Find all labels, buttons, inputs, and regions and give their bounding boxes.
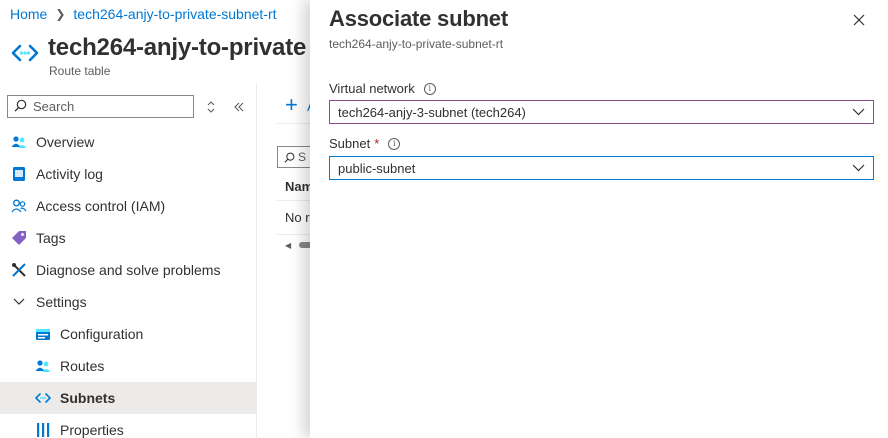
sidebar-item-tags[interactable]: Tags bbox=[0, 222, 256, 254]
breadcrumb-current-link[interactable]: tech264-anjy-to-private-subnet-rt bbox=[73, 6, 276, 22]
chevron-down-icon bbox=[851, 105, 865, 119]
table-divider bbox=[277, 234, 310, 235]
sidebar-item-overview[interactable]: Overview bbox=[0, 126, 256, 158]
resource-header: tech264-anjy-to-private bbox=[10, 34, 306, 68]
subnet-label: Subnet * i bbox=[329, 136, 401, 151]
chevron-down-icon bbox=[10, 293, 28, 311]
collapse-sidebar-icon[interactable] bbox=[228, 96, 250, 118]
virtual-network-label: Virtual network i bbox=[329, 81, 436, 96]
sidebar-search-input[interactable]: Search bbox=[7, 95, 194, 118]
sidebar-item-diagnose[interactable]: Diagnose and solve problems bbox=[0, 254, 256, 286]
sidebar-item-label: Routes bbox=[60, 358, 105, 374]
sidebar-item-label: Configuration bbox=[60, 326, 144, 342]
sidebar-item-label: Activity log bbox=[36, 166, 103, 182]
associate-subnet-panel: Associate subnet tech264-anjy-to-private… bbox=[310, 0, 888, 438]
panel-subtitle: tech264-anjy-to-private-subnet-rt bbox=[329, 37, 504, 51]
sidebar-item-label: Properties bbox=[60, 422, 124, 438]
page-title: tech264-anjy-to-private bbox=[48, 34, 307, 61]
filter-placeholder: S bbox=[298, 150, 307, 164]
subnets-icon bbox=[34, 389, 52, 407]
horizontal-scrollbar[interactable] bbox=[299, 242, 310, 248]
toolbar-divider bbox=[277, 123, 310, 124]
breadcrumb-chevron-icon: ❯ bbox=[55, 7, 66, 21]
sidebar-item-label: Access control (IAM) bbox=[36, 198, 166, 214]
sidebar-item-settings[interactable]: Settings bbox=[0, 286, 256, 318]
close-icon bbox=[853, 14, 865, 26]
virtual-network-dropdown[interactable]: tech264-anjy-3-subnet (tech264) bbox=[329, 100, 874, 124]
sidebar-item-label: Tags bbox=[36, 230, 66, 246]
diagnose-icon bbox=[10, 261, 28, 279]
sidebar-nav: Overview Activity log Access control (IA… bbox=[0, 126, 256, 438]
sidebar-item-subnets[interactable]: Subnets bbox=[0, 382, 256, 414]
scroll-left-icon[interactable]: ◀ bbox=[285, 241, 291, 250]
table-divider bbox=[277, 200, 310, 201]
properties-icon bbox=[34, 421, 52, 438]
breadcrumb-home-link[interactable]: Home bbox=[10, 6, 47, 22]
breadcrumb: Home ❯ tech264-anjy-to-private-subnet-rt bbox=[10, 6, 277, 22]
subnet-dropdown[interactable]: public-subnet bbox=[329, 156, 874, 180]
overview-icon bbox=[10, 133, 28, 151]
search-placeholder: Search bbox=[33, 99, 75, 114]
filter-input[interactable]: S bbox=[277, 146, 310, 168]
tags-icon bbox=[10, 229, 28, 247]
sidebar-item-label: Diagnose and solve problems bbox=[36, 262, 221, 278]
subnets-content-area: + A S Nam No r ◀ bbox=[256, 84, 310, 438]
panel-title: Associate subnet bbox=[329, 6, 508, 31]
table-column-header[interactable]: Nam bbox=[285, 179, 310, 194]
sidebar-item-label: Subnets bbox=[60, 390, 116, 406]
resource-type-label: Route table bbox=[49, 64, 111, 78]
expand-collapse-icon[interactable] bbox=[200, 96, 222, 118]
route-table-icon bbox=[10, 38, 40, 68]
subnet-label-text: Subnet bbox=[329, 136, 371, 151]
route-table-page: Home ❯ tech264-anjy-to-private-subnet-rt… bbox=[0, 0, 310, 438]
sidebar-search-row: Search bbox=[7, 95, 250, 118]
info-icon[interactable]: i bbox=[423, 82, 436, 95]
virtual-network-label-text: Virtual network bbox=[329, 81, 415, 96]
subnet-value: public-subnet bbox=[338, 160, 416, 176]
virtual-network-value: tech264-anjy-3-subnet (tech264) bbox=[338, 104, 526, 120]
info-icon[interactable]: i bbox=[388, 137, 401, 150]
sidebar-item-label: Overview bbox=[36, 134, 95, 150]
sidebar-item-routes[interactable]: Routes bbox=[0, 350, 256, 382]
iam-icon bbox=[10, 197, 28, 215]
empty-table-message: No r bbox=[285, 210, 310, 225]
chevron-down-icon bbox=[851, 161, 865, 175]
add-icon[interactable]: + bbox=[285, 94, 298, 116]
sidebar-item-activity-log[interactable]: Activity log bbox=[0, 158, 256, 190]
activity-log-icon bbox=[10, 165, 28, 183]
required-marker: * bbox=[374, 136, 380, 151]
search-icon bbox=[14, 99, 27, 115]
configuration-icon bbox=[34, 325, 52, 343]
sidebar-item-properties[interactable]: Properties bbox=[0, 414, 256, 438]
close-button[interactable] bbox=[848, 9, 870, 31]
sidebar-item-iam[interactable]: Access control (IAM) bbox=[0, 190, 256, 222]
search-icon bbox=[284, 152, 295, 163]
sidebar-item-configuration[interactable]: Configuration bbox=[0, 318, 256, 350]
routes-icon bbox=[34, 357, 52, 375]
sidebar-item-label: Settings bbox=[36, 294, 87, 310]
